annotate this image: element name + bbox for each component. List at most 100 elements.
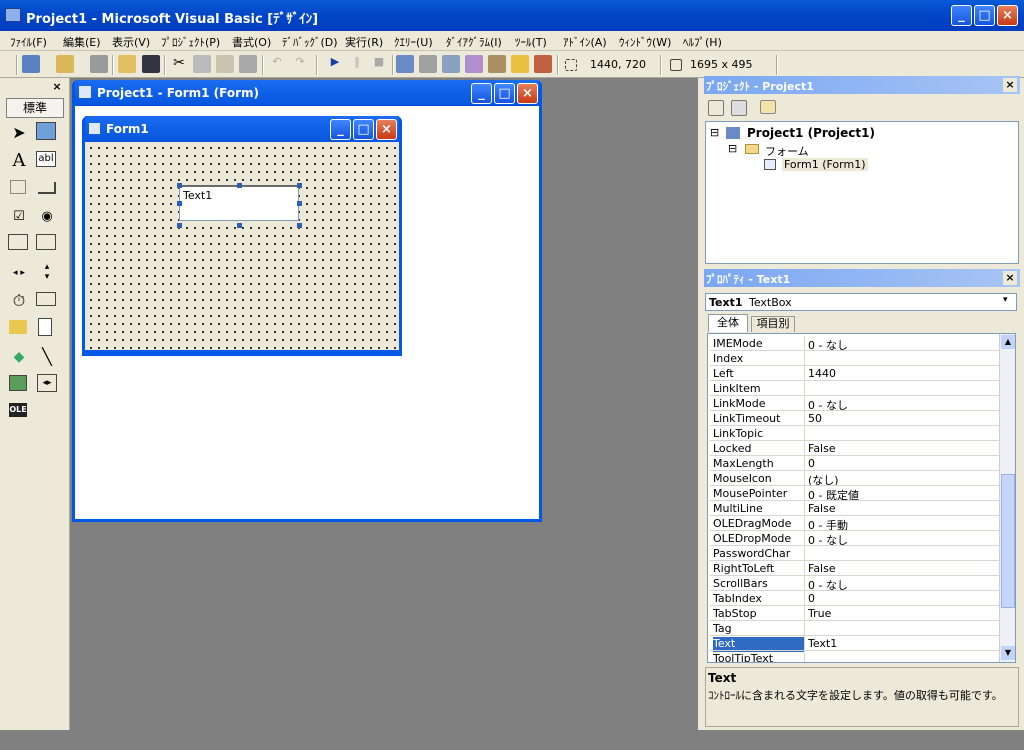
selection-handle[interactable] xyxy=(177,183,182,188)
picturebox-tool-icon[interactable] xyxy=(36,122,56,140)
menu-diagram[interactable]: ﾀﾞｲｱｸﾞﾗﾑ(I) xyxy=(446,34,502,50)
project-explorer-close-button[interactable]: × xyxy=(1003,78,1017,92)
property-row[interactable]: LinkTimeout 50 xyxy=(710,411,1000,426)
view-code-icon[interactable] xyxy=(708,100,724,116)
line-tool-icon[interactable]: ╲ xyxy=(36,346,58,368)
label-tool-icon[interactable]: A xyxy=(8,150,30,172)
add-form-icon[interactable] xyxy=(56,55,74,73)
property-scrollbar[interactable]: ▲ ▼ xyxy=(999,334,1015,662)
open-project-icon[interactable] xyxy=(118,55,136,73)
property-row[interactable]: Index xyxy=(710,351,1000,366)
property-row[interactable]: Tag xyxy=(710,621,1000,636)
properties-window-icon[interactable] xyxy=(419,55,437,73)
property-row[interactable]: OLEDragMode 0 - 手動 xyxy=(710,516,1000,532)
tab-categorized[interactable]: 項目別 xyxy=(751,316,795,332)
paste-icon[interactable] xyxy=(216,55,234,73)
selection-handle[interactable] xyxy=(177,201,182,206)
toggle-folders-icon[interactable] xyxy=(760,100,776,114)
project-explorer-icon[interactable] xyxy=(396,55,414,73)
property-row[interactable]: MaxLength 0 xyxy=(710,456,1000,471)
form1-client-area[interactable]: Text1 xyxy=(85,142,399,350)
scroll-thumb[interactable] xyxy=(1001,474,1015,608)
menu-editor-icon[interactable] xyxy=(90,55,108,73)
designer-close-button[interactable]: × xyxy=(517,83,538,104)
menu-debug[interactable]: ﾃﾞﾊﾞｯｸﾞ(D) xyxy=(282,34,338,50)
ole-tool-icon[interactable]: OLE xyxy=(9,403,27,417)
scroll-down-icon[interactable]: ▼ xyxy=(1001,646,1015,660)
property-value[interactable]: False xyxy=(808,442,836,455)
form1-tree-item[interactable]: Form1 (Form1) xyxy=(782,158,868,171)
redo-icon[interactable]: ↷ xyxy=(291,55,309,73)
menu-file[interactable]: ﾌｧｲﾙ(F) xyxy=(10,34,47,50)
save-project-icon[interactable] xyxy=(142,55,160,73)
vscrollbar-tool-icon[interactable]: ▴ ▾ xyxy=(36,262,58,284)
selection-handle[interactable] xyxy=(237,223,242,228)
view-object-icon[interactable] xyxy=(731,100,747,116)
minimize-button[interactable]: _ xyxy=(951,5,972,26)
break-icon[interactable]: ‖ xyxy=(348,55,366,73)
object-selector[interactable]: Text1 TextBox ▾ xyxy=(705,293,1017,311)
data-tool-icon[interactable]: ◂▸ xyxy=(37,374,57,392)
listbox-tool-icon[interactable] xyxy=(36,234,56,250)
property-row[interactable]: ScrollBars 0 - なし xyxy=(710,576,1000,592)
selection-handle[interactable] xyxy=(297,201,302,206)
property-value[interactable]: 50 xyxy=(808,412,822,425)
end-icon[interactable]: ■ xyxy=(370,55,388,73)
dirlistbox-tool-icon[interactable] xyxy=(9,320,27,334)
property-row[interactable]: MouseIcon (なし) xyxy=(710,471,1000,487)
property-row[interactable]: RightToLeft False xyxy=(710,561,1000,576)
add-project-icon[interactable] xyxy=(22,55,40,73)
property-row[interactable]: ToolTipText xyxy=(710,651,1000,662)
form-layout-icon[interactable] xyxy=(442,55,460,73)
form1-maximize-button[interactable]: □ xyxy=(353,119,374,140)
forms-folder-label[interactable]: フォーム xyxy=(765,143,809,159)
drivelistbox-tool-icon[interactable] xyxy=(36,292,56,306)
combobox-tool-icon[interactable] xyxy=(8,234,28,250)
property-row[interactable]: LinkTopic xyxy=(710,426,1000,441)
form1-close-button[interactable]: × xyxy=(376,119,397,140)
selection-handle[interactable] xyxy=(297,223,302,228)
component-manager-icon[interactable] xyxy=(534,55,552,73)
property-row[interactable]: MultiLine False xyxy=(710,501,1000,516)
expand-folder-icon[interactable]: ⊟ xyxy=(728,142,737,155)
menu-run[interactable]: 実行(R) xyxy=(345,34,383,50)
optionbutton-tool-icon[interactable]: ◉ xyxy=(36,206,58,228)
project-root-label[interactable]: Project1 (Project1) xyxy=(747,126,875,140)
selection-handle[interactable] xyxy=(237,183,242,188)
property-value[interactable]: Text1 xyxy=(808,637,837,650)
data-view-icon[interactable] xyxy=(511,55,529,73)
property-row[interactable]: LinkItem xyxy=(710,381,1000,396)
menu-help[interactable]: ﾍﾙﾌﾟ(H) xyxy=(683,34,722,50)
property-value[interactable]: False xyxy=(808,502,836,515)
close-button[interactable]: × xyxy=(997,5,1018,26)
hscrollbar-tool-icon[interactable]: ◂ ▸ xyxy=(8,262,30,284)
object-browser-icon[interactable] xyxy=(465,55,483,73)
property-row[interactable]: Left 1440 xyxy=(710,366,1000,381)
property-value[interactable]: 0 xyxy=(808,457,815,470)
menu-view[interactable]: 表示(V) xyxy=(112,34,150,50)
shape-tool-icon[interactable]: ◆ xyxy=(8,346,30,368)
property-value[interactable]: False xyxy=(808,562,836,575)
property-row[interactable]: TabStop True xyxy=(710,606,1000,621)
property-value[interactable]: 0 xyxy=(808,592,815,605)
tab-alphabetic[interactable]: 全体 xyxy=(708,314,748,332)
form1-window[interactable]: Form1 _ □ × Text1 xyxy=(82,116,402,356)
menu-edit[interactable]: 編集(E) xyxy=(63,34,101,50)
cut-icon[interactable]: ✂ xyxy=(170,55,188,73)
property-value[interactable]: True xyxy=(808,607,831,620)
expand-root-icon[interactable]: ⊟ xyxy=(710,126,719,139)
property-row[interactable]: LinkMode 0 - なし xyxy=(710,396,1000,412)
copy-icon[interactable] xyxy=(193,55,211,73)
filelistbox-tool-icon[interactable] xyxy=(38,318,52,336)
property-row[interactable]: TabIndex 0 xyxy=(710,591,1000,606)
property-row[interactable]: Text Text1 xyxy=(710,636,1000,652)
toolbox-tab-general[interactable]: 標準 xyxy=(6,98,64,118)
designer-minimize-button[interactable]: _ xyxy=(471,83,492,104)
property-value[interactable]: 1440 xyxy=(808,367,836,380)
designer-maximize-button[interactable]: □ xyxy=(494,83,515,104)
start-icon[interactable]: ▶ xyxy=(326,55,344,73)
undo-icon[interactable]: ↶ xyxy=(268,55,286,73)
image-tool-icon[interactable] xyxy=(9,375,27,391)
menu-format[interactable]: 書式(O) xyxy=(232,34,271,50)
frame-tool-icon[interactable] xyxy=(10,180,26,194)
